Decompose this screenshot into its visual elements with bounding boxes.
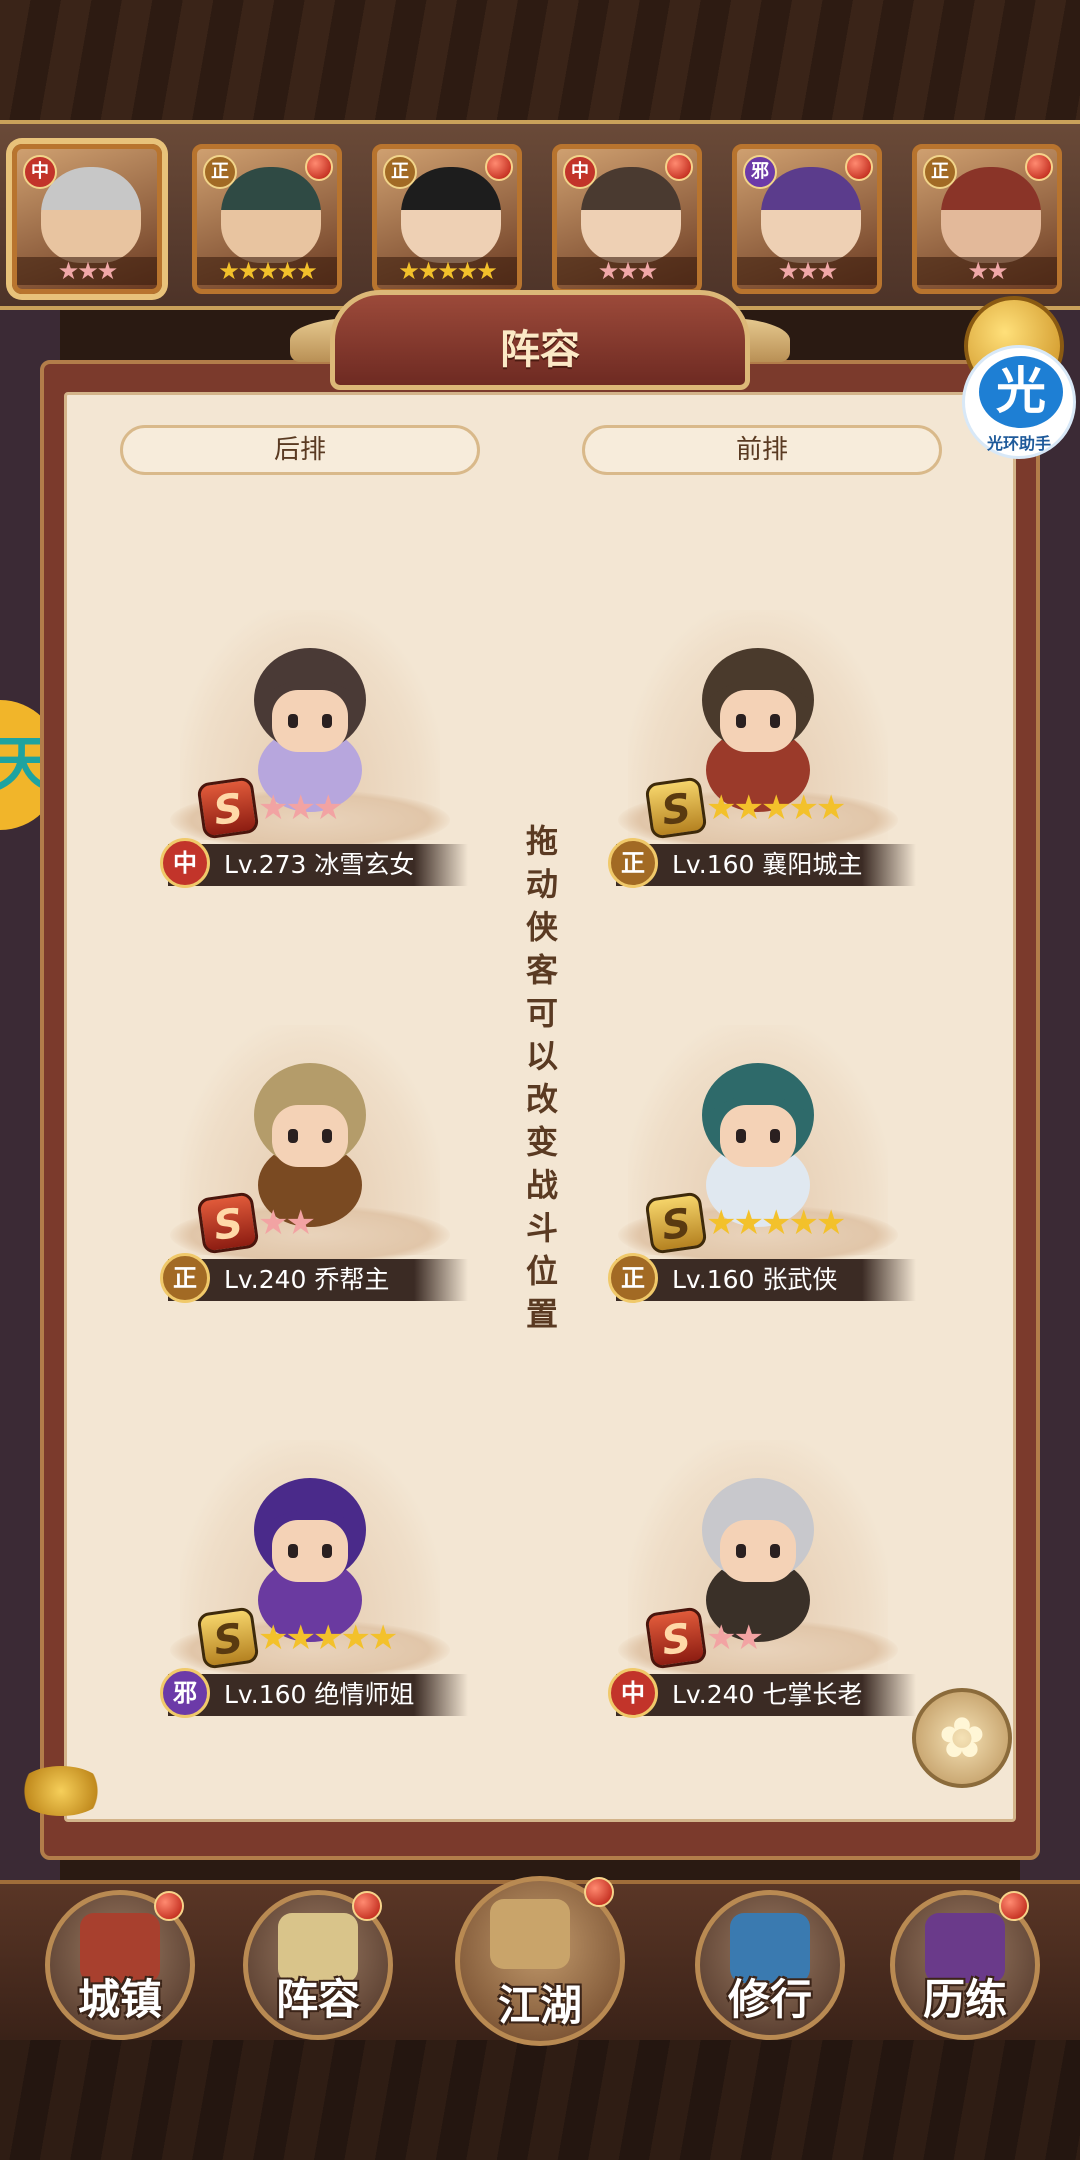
faction-badge: 邪 bbox=[743, 155, 777, 189]
hero-slot-qizhang[interactable]: S ★★ Lv.240 七掌长老中 bbox=[578, 1420, 938, 1750]
star-rating: ★★★★★ bbox=[258, 1618, 398, 1658]
faction-badge: 中 bbox=[23, 155, 57, 189]
halo-helper-badge[interactable]: 光 光环助手 bbox=[962, 345, 1076, 459]
star-rating: ★★ bbox=[706, 1618, 764, 1658]
hero-name: 襄阳城主 bbox=[762, 850, 863, 879]
hero-level: Lv.160 bbox=[224, 1680, 315, 1709]
roster-hero-portrait bbox=[221, 167, 321, 263]
star-rating: ★★ bbox=[258, 1203, 316, 1243]
hero-slot-bingxue[interactable]: S ★★★ Lv.273 冰雪玄女中 bbox=[130, 590, 490, 920]
star-rating: ★★★★★ bbox=[706, 1203, 846, 1243]
faction-badge: 正 bbox=[160, 1253, 210, 1303]
red-dot-notification-icon bbox=[999, 1891, 1029, 1921]
roster-hero-portrait bbox=[41, 167, 141, 263]
hero-name: 绝情师姐 bbox=[314, 1680, 415, 1709]
panel-title-plate: 阵容 bbox=[330, 290, 750, 390]
faction-badge: 正 bbox=[923, 155, 957, 189]
red-dot-notification-icon bbox=[154, 1891, 184, 1921]
hero-level: Lv.240 bbox=[224, 1265, 315, 1294]
roster-hero-portrait bbox=[401, 167, 501, 263]
red-dot-notification-icon bbox=[485, 153, 513, 181]
hero-nameplate: Lv.160 张武侠 bbox=[616, 1259, 916, 1301]
nav-label: 阵容 bbox=[275, 1975, 360, 2024]
hero-level: Lv.160 bbox=[672, 1265, 763, 1294]
nav-label: 修行 bbox=[727, 1975, 812, 2024]
hero-name: 张武侠 bbox=[762, 1265, 838, 1294]
roster-hero-portrait bbox=[581, 167, 681, 263]
grade-s-badge: S bbox=[196, 776, 260, 840]
hero-level: Lv.240 bbox=[672, 1680, 763, 1709]
grade-s-badge: S bbox=[644, 1606, 708, 1670]
nav-label: 江湖 bbox=[497, 1981, 582, 2030]
nav-button-1[interactable]: 城镇 bbox=[45, 1890, 195, 2040]
roster-hero-card[interactable]: 正 ★★ bbox=[912, 144, 1062, 294]
faction-badge: 正 bbox=[203, 155, 237, 189]
star-rating: ★★★ bbox=[737, 257, 877, 285]
helper-logo-icon: 光 bbox=[979, 356, 1063, 428]
star-rating: ★★★★★ bbox=[197, 257, 337, 285]
roster-hero-portrait bbox=[941, 167, 1041, 263]
hero-slot-qiao[interactable]: S ★★ Lv.240 乔帮主正 bbox=[130, 1005, 490, 1335]
faction-badge: 正 bbox=[383, 155, 417, 189]
flower-menu-button[interactable]: ✿ bbox=[912, 1688, 1012, 1788]
hero-name: 七掌长老 bbox=[762, 1680, 863, 1709]
red-dot-notification-icon bbox=[584, 1877, 614, 1907]
star-rating: ★★★ bbox=[17, 257, 157, 285]
nav-button-4[interactable]: 修行 bbox=[695, 1890, 845, 2040]
hero-name: 乔帮主 bbox=[314, 1265, 390, 1294]
hero-slot-xiangyang[interactable]: S ★★★★★ Lv.160 襄阳城主正 bbox=[578, 590, 938, 920]
roster-hero-card[interactable]: 中 ★★★ bbox=[12, 144, 162, 294]
grade-s-badge: S bbox=[644, 1191, 708, 1255]
grade-s-badge: S bbox=[644, 776, 708, 840]
hero-nameplate: Lv.273 冰雪玄女 bbox=[168, 844, 468, 886]
hero-level: Lv.160 bbox=[672, 850, 763, 879]
jianghu-scroll-icon bbox=[490, 1899, 570, 1969]
roster-hero-card[interactable]: 中 ★★★ bbox=[552, 144, 702, 294]
faction-badge: 正 bbox=[608, 1253, 658, 1303]
faction-badge: 邪 bbox=[160, 1668, 210, 1718]
star-rating: ★★ bbox=[917, 257, 1057, 285]
roster-hero-card[interactable]: 正 ★★★★★ bbox=[372, 144, 522, 294]
bottom-decor-band bbox=[0, 2040, 1080, 2160]
roster-hero-card[interactable]: 邪 ★★★ bbox=[732, 144, 882, 294]
hero-nameplate: Lv.160 襄阳城主 bbox=[616, 844, 916, 886]
star-rating: ★★★★★ bbox=[377, 257, 517, 285]
faction-badge: 中 bbox=[608, 1668, 658, 1718]
grade-s-badge: S bbox=[196, 1191, 260, 1255]
top-decor-band bbox=[0, 0, 1080, 130]
hero-name: 冰雪玄女 bbox=[314, 850, 415, 879]
red-dot-notification-icon bbox=[1025, 153, 1053, 181]
panel-title: 阵容 bbox=[500, 327, 580, 373]
nav-button-5[interactable]: 历练 bbox=[890, 1890, 1040, 2040]
hero-slot-zhangwu[interactable]: S ★★★★★ Lv.160 张武侠正 bbox=[578, 1005, 938, 1335]
drag-hint-text: 拖动侠客可以改变战斗位置 bbox=[525, 822, 558, 1333]
roster-hero-portrait bbox=[761, 167, 861, 263]
red-dot-notification-icon bbox=[665, 153, 693, 181]
hero-nameplate: Lv.240 七掌长老 bbox=[616, 1674, 916, 1716]
front-row-header: 前排 bbox=[582, 425, 942, 475]
faction-badge: 中 bbox=[563, 155, 597, 189]
nav-label: 城镇 bbox=[77, 1975, 162, 2024]
hero-nameplate: Lv.160 绝情师姐 bbox=[168, 1674, 468, 1716]
red-dot-notification-icon bbox=[845, 153, 873, 181]
back-row-header: 后排 bbox=[120, 425, 480, 475]
cloud-ornament bbox=[16, 1766, 106, 1816]
nav-button-2[interactable]: 阵容 bbox=[243, 1890, 393, 2040]
hero-roster-strip[interactable]: 中 ★★★ 正 ★★★★★ 正 ★★★★★ 中 ★★★ 邪 ★★★ 正 ★★ bbox=[0, 120, 1080, 310]
helper-label: 光环助手 bbox=[986, 434, 1051, 453]
star-rating: ★★★★★ bbox=[706, 788, 846, 828]
faction-badge: 正 bbox=[608, 838, 658, 888]
star-rating: ★★★ bbox=[557, 257, 697, 285]
red-dot-notification-icon bbox=[305, 153, 333, 181]
hero-slot-jueqing[interactable]: S ★★★★★ Lv.160 绝情师姐邪 bbox=[130, 1420, 490, 1750]
hero-level: Lv.273 bbox=[224, 850, 315, 879]
nav-label: 历练 bbox=[922, 1975, 1007, 2024]
grade-s-badge: S bbox=[196, 1606, 260, 1670]
roster-hero-card[interactable]: 正 ★★★★★ bbox=[192, 144, 342, 294]
star-rating: ★★★ bbox=[258, 788, 343, 828]
red-dot-notification-icon bbox=[352, 1891, 382, 1921]
faction-badge: 中 bbox=[160, 838, 210, 888]
nav-button-3[interactable]: 江湖 bbox=[455, 1876, 625, 2046]
hero-nameplate: Lv.240 乔帮主 bbox=[168, 1259, 468, 1301]
